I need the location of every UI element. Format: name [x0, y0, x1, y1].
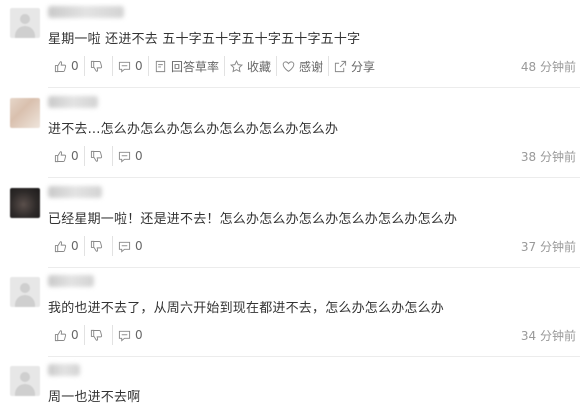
- username-blurred[interactable]: [48, 6, 124, 18]
- timestamp: 37 分钟前: [520, 240, 576, 254]
- like-count: 0: [71, 59, 79, 73]
- comment-bubble-icon: [118, 241, 131, 253]
- reply-count: 0: [135, 328, 143, 342]
- thumbs-up-icon: [54, 329, 67, 341]
- dislike-button[interactable]: [85, 236, 113, 256]
- avatar[interactable]: [10, 366, 40, 396]
- thumbs-down-icon: [90, 329, 103, 341]
- reply-button[interactable]: 0: [113, 236, 148, 256]
- report-button[interactable]: 回答草率: [149, 56, 226, 76]
- thumbs-down-icon: [90, 60, 103, 72]
- avatar[interactable]: [10, 188, 40, 218]
- reply-button[interactable]: 0: [113, 56, 149, 76]
- divider: [48, 267, 580, 268]
- like-button[interactable]: 0: [48, 56, 85, 76]
- comment-actions: 0 0: [48, 144, 148, 168]
- username-blurred[interactable]: [48, 275, 94, 287]
- divider: [48, 87, 580, 88]
- share-button[interactable]: 分享: [329, 56, 380, 76]
- like-count: 0: [71, 239, 79, 253]
- comment-item: 已经星期一啦！还是进不去！怎么办怎么办怎么办怎么办怎么办怎么办 0 0 37 分…: [0, 180, 588, 268]
- thanks-label: 感谢: [299, 59, 324, 74]
- comment-bubble-icon: [118, 61, 131, 73]
- thumbs-up-icon: [54, 60, 67, 72]
- comment-item: 周一也进不去啊: [0, 358, 588, 419]
- report-icon: [155, 60, 166, 72]
- comment-bubble-icon: [118, 330, 131, 342]
- share-icon: [334, 60, 347, 72]
- like-count: 0: [71, 149, 79, 163]
- username-blurred[interactable]: [48, 96, 98, 108]
- comment-text: 星期一啦 还进不去 五十字五十字五十字五十字五十字: [48, 32, 361, 47]
- favorite-button[interactable]: 收藏: [225, 56, 278, 76]
- reply-button[interactable]: 0: [113, 146, 148, 166]
- thanks-button[interactable]: 感谢: [277, 56, 330, 76]
- avatar[interactable]: [10, 277, 40, 307]
- timestamp: 48 分钟前: [520, 60, 576, 74]
- dislike-button[interactable]: [85, 56, 113, 76]
- comment-actions: 0 0 回答草率 收藏 感谢 分享: [48, 54, 380, 78]
- thumbs-up-icon: [54, 150, 67, 162]
- comment-item: 星期一啦 还进不去 五十字五十字五十字五十字五十字 0 0 回答草率 收藏 感谢…: [0, 0, 588, 88]
- comment-bubble-icon: [118, 151, 131, 163]
- report-label: 回答草率: [171, 59, 220, 74]
- divider: [48, 356, 580, 357]
- like-button[interactable]: 0: [48, 146, 85, 166]
- like-count: 0: [71, 328, 79, 342]
- avatar[interactable]: [10, 98, 40, 128]
- comment-text: 周一也进不去啊: [48, 390, 141, 405]
- reply-button[interactable]: 0: [113, 325, 148, 345]
- share-label: 分享: [351, 59, 376, 74]
- dislike-button[interactable]: [85, 146, 113, 166]
- dislike-button[interactable]: [85, 325, 113, 345]
- like-button[interactable]: 0: [48, 325, 85, 345]
- favorite-label: 收藏: [247, 59, 272, 74]
- comment-text: 已经星期一啦！还是进不去！怎么办怎么办怎么办怎么办怎么办怎么办: [48, 212, 458, 227]
- comment-actions: 0 0: [48, 234, 148, 258]
- reply-count: 0: [135, 239, 143, 253]
- avatar[interactable]: [10, 8, 40, 38]
- thumbs-down-icon: [90, 240, 103, 252]
- comment-item: 我的也进不去了，从周六开始到现在都进不去，怎么办怎么办怎么办 0 0 34 分钟…: [0, 269, 588, 357]
- divider: [48, 177, 580, 178]
- comment-item: 进不去...怎么办怎么办怎么办怎么办怎么办怎么办 0 0 38 分钟前: [0, 90, 588, 178]
- comment-actions: 0 0: [48, 323, 148, 347]
- star-icon: [230, 59, 244, 72]
- timestamp: 34 分钟前: [520, 329, 576, 343]
- reply-count: 0: [135, 149, 143, 163]
- thumbs-up-icon: [54, 240, 67, 252]
- reply-count: 0: [135, 59, 143, 73]
- thumbs-down-icon: [90, 150, 103, 162]
- heart-icon: [282, 60, 295, 72]
- username-blurred[interactable]: [48, 186, 102, 198]
- like-button[interactable]: 0: [48, 236, 85, 256]
- comment-text: 进不去...怎么办怎么办怎么办怎么办怎么办怎么办: [48, 122, 339, 137]
- timestamp: 38 分钟前: [520, 150, 576, 164]
- username-blurred[interactable]: [48, 364, 80, 376]
- comment-text: 我的也进不去了，从周六开始到现在都进不去，怎么办怎么办怎么办: [48, 301, 445, 316]
